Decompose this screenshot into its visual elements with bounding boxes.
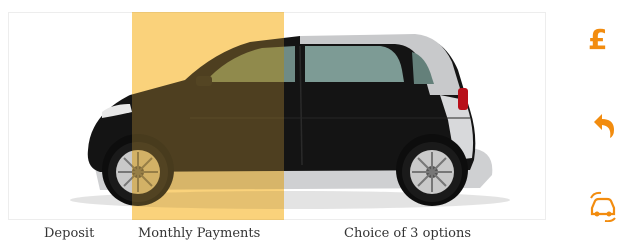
deposit-label[interactable]: Deposit <box>44 226 94 241</box>
pound-icon[interactable]: £ <box>588 24 618 56</box>
car-swap-icon[interactable] <box>588 190 618 223</box>
option-labels: Deposit Monthly Payments Choice of 3 opt… <box>0 226 546 242</box>
choice-of-options-label[interactable]: Choice of 3 options <box>344 226 471 241</box>
monthly-payments-label[interactable]: Monthly Payments <box>138 226 260 241</box>
car-image-area <box>0 0 546 225</box>
undo-arrow-icon[interactable] <box>588 110 618 142</box>
side-icon-bar: £ <box>580 0 625 242</box>
monthly-payments-highlight-overlay <box>132 12 284 220</box>
